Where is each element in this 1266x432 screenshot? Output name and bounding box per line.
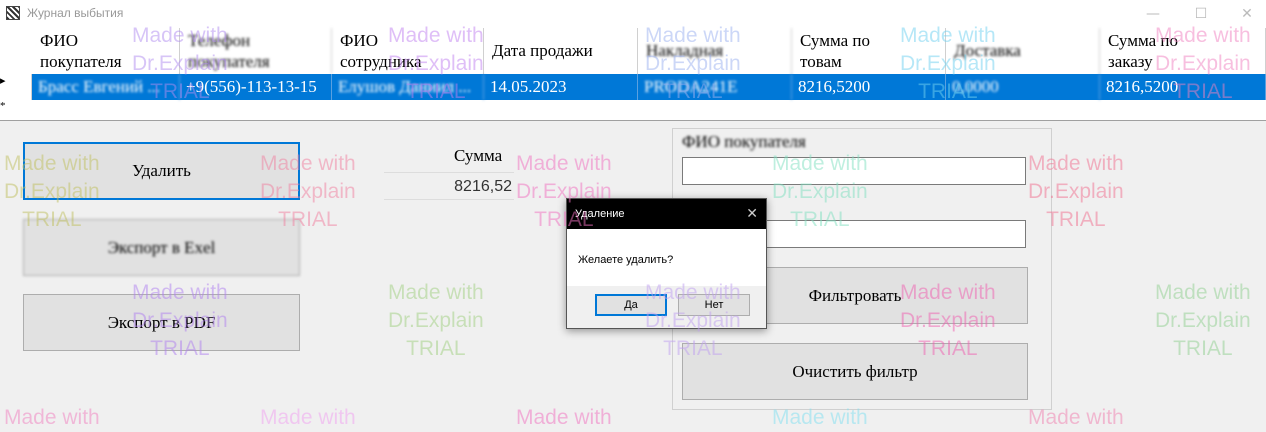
watermark: Made with bbox=[260, 406, 356, 429]
sales-grid[interactable]: ФИО покупателя Телефон покупателя ФИО со… bbox=[0, 28, 1266, 121]
watermark: Made with bbox=[4, 406, 100, 429]
buyer-name-label: ФИО покупателя bbox=[682, 132, 806, 151]
column-header-order-sum[interactable]: Сумма по заказу bbox=[1100, 28, 1266, 74]
cell-sale-date[interactable]: 14.05.2023 bbox=[484, 74, 638, 100]
watermark: Made with bbox=[516, 406, 612, 429]
cell-invoice[interactable]: PRODA241E bbox=[638, 74, 792, 100]
watermark: Made with Dr.Explain TRIAL bbox=[388, 281, 484, 360]
dialog-title: Удаление bbox=[575, 208, 625, 220]
delete-confirm-dialog: Удаление ✕ Желаете удалить? Да Нет bbox=[566, 198, 767, 329]
export-pdf-button[interactable]: Экспорт в PDF bbox=[23, 294, 300, 351]
title-bar: Журнал выбытия — ☐ ✕ bbox=[0, 0, 1266, 28]
sum-label: Сумма bbox=[454, 146, 503, 165]
window-title: Журнал выбытия bbox=[27, 6, 124, 20]
column-header-delivery[interactable]: Доставка bbox=[946, 28, 1100, 74]
sum-value: 8216,52 bbox=[384, 172, 514, 200]
yes-button[interactable]: Да bbox=[595, 294, 667, 316]
delete-button[interactable]: Удалить bbox=[23, 142, 300, 200]
column-header-employee-name[interactable]: ФИО сотрудника bbox=[332, 28, 484, 74]
dialog-title-bar: Удаление ✕ bbox=[567, 199, 766, 229]
no-button[interactable]: Нет bbox=[678, 294, 750, 316]
dialog-close-icon[interactable]: ✕ bbox=[746, 205, 758, 222]
column-header-buyer-phone[interactable]: Телефон покупателя bbox=[180, 28, 332, 74]
column-header-buyer-name[interactable]: ФИО покупателя bbox=[32, 28, 180, 74]
column-header-goods-sum[interactable]: Сумма по товам bbox=[792, 28, 946, 74]
cell-delivery[interactable]: 0,0000 bbox=[946, 74, 1100, 100]
cell-order-sum[interactable]: 8216,5200 bbox=[1100, 74, 1266, 100]
cell-buyer-phone[interactable]: +9(556)-113-13-15 bbox=[180, 74, 332, 100]
column-header-invoice[interactable]: Накладная bbox=[638, 28, 792, 74]
watermark: Made with Dr.Explain TRIAL bbox=[1155, 281, 1251, 360]
dialog-footer: Да Нет bbox=[567, 286, 766, 328]
dialog-message: Желаете удалить? bbox=[578, 254, 674, 266]
clear-filter-button[interactable]: Очистить фильтр bbox=[682, 343, 1028, 400]
app-icon bbox=[6, 6, 20, 20]
buyer-name-input[interactable] bbox=[682, 157, 1026, 185]
cell-goods-sum[interactable]: 8216,5200 bbox=[792, 74, 946, 100]
cell-employee-name[interactable]: Елушов Даниил ... bbox=[332, 74, 484, 100]
maximize-icon[interactable]: ☐ bbox=[1178, 0, 1224, 28]
column-header-sale-date[interactable]: Дата продажи bbox=[484, 28, 638, 74]
grid-header: ФИО покупателя Телефон покупателя ФИО со… bbox=[0, 28, 1266, 74]
row-selector-icon[interactable]: ▸ bbox=[0, 74, 32, 100]
cell-buyer-name[interactable]: Брасс Евгений ... bbox=[32, 74, 180, 100]
export-excel-button[interactable]: Экспорт в Exel bbox=[23, 219, 300, 276]
table-row[interactable]: Брасс Евгений ... +9(556)-113-13-15 Елуш… bbox=[32, 74, 1266, 100]
close-icon[interactable]: ✕ bbox=[1224, 0, 1266, 28]
minimize-icon[interactable]: — bbox=[1130, 0, 1176, 28]
new-row-icon[interactable]: * bbox=[0, 100, 32, 120]
